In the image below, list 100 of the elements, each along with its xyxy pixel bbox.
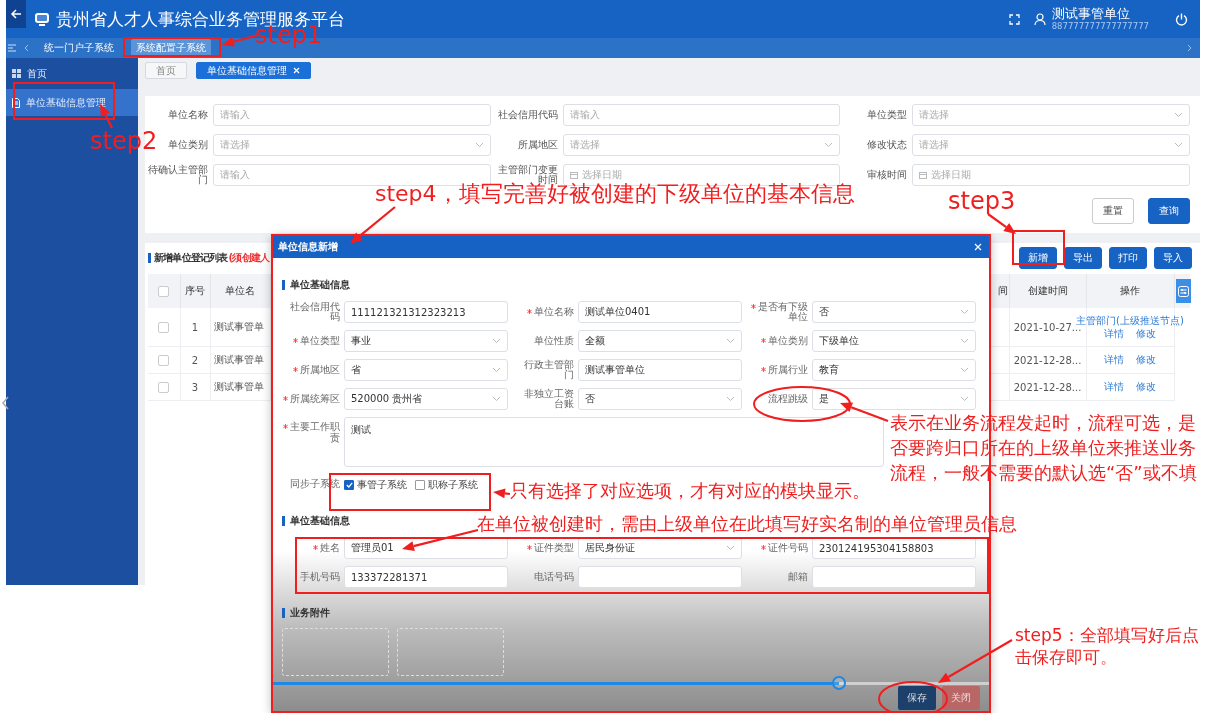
save-button[interactable]: 保存 (898, 686, 936, 710)
checkbox[interactable] (344, 480, 354, 490)
chevron-left-icon (2, 396, 9, 410)
section-title: 业务附件 (290, 606, 330, 620)
reset-button[interactable]: 重置 (1092, 198, 1134, 224)
toolbar-button[interactable]: 新增 (1019, 247, 1057, 269)
field-label: 所属地区 (300, 363, 340, 375)
table-cell: 2 (191, 354, 199, 366)
select-field[interactable]: 否 (578, 388, 742, 410)
power-icon[interactable] (1175, 12, 1188, 26)
select-field[interactable]: 事业 (344, 330, 508, 352)
close-button[interactable]: 关闭 (942, 686, 980, 710)
table-cell: 测试事管单 (213, 381, 264, 392)
chevron-down-icon (960, 396, 969, 402)
chevron-down-icon (726, 338, 735, 344)
field-label: 审核时间 (866, 169, 909, 181)
field-label: 单位类型 (866, 109, 909, 121)
field-label: 单位类型 (300, 334, 340, 346)
field-label: 证件号码 (768, 541, 808, 553)
calendar-icon (919, 171, 928, 179)
table-cell: 3 (191, 381, 199, 393)
subsystem-tab[interactable]: 统一门户子系统 (39, 39, 119, 57)
list-note: (须创建人 (228, 251, 270, 265)
input-field[interactable] (812, 566, 976, 588)
field-label: 电话号码 (534, 570, 574, 582)
field-label: 行政主管部门 (524, 358, 574, 380)
field-label: 所属行业 (768, 363, 808, 375)
page-tab[interactable]: 单位基础信息管理 (196, 62, 311, 79)
toolbar-button[interactable]: 打印 (1109, 247, 1147, 269)
required-icon (313, 544, 318, 550)
table-link[interactable]: 修改 (1136, 353, 1156, 367)
annotation-text: 只有选择了对应选项，才有对应的模块显示。 (510, 482, 870, 502)
required-icon (283, 395, 288, 401)
table-link[interactable]: 详情 (1104, 380, 1124, 394)
annotation-arrow (493, 488, 511, 499)
select-field[interactable]: 全额 (578, 330, 742, 352)
checkbox-label: 职称子系统 (428, 478, 478, 492)
video-progress-thumb[interactable] (832, 676, 847, 690)
field-label: 证件类型 (534, 541, 574, 553)
chevron-left-icon[interactable] (24, 44, 29, 52)
input-field[interactable]: 230124195304158803 (812, 537, 976, 559)
check-icon (345, 482, 353, 488)
table-link[interactable]: 详情 (1104, 327, 1124, 341)
table-cell: 2021-12-28... (1013, 381, 1082, 393)
input-field[interactable] (578, 566, 742, 588)
field-label: 单位名称 (534, 305, 574, 317)
chevron-down-icon (726, 545, 735, 551)
page-tab[interactable]: 首页 (145, 62, 187, 79)
select-field[interactable]: 教育 (812, 359, 976, 381)
column-settings-button[interactable] (1175, 279, 1191, 303)
table-cell: 2021-12-28... (1013, 354, 1082, 366)
upload-box[interactable] (282, 628, 389, 676)
select-field[interactable]: 否 (812, 301, 976, 323)
table-cell: 测试事管单 (213, 321, 264, 332)
fullscreen-icon[interactable] (1008, 13, 1020, 25)
select-field[interactable]: 是 (812, 388, 976, 410)
table-link[interactable]: 详情 (1104, 353, 1124, 367)
chevron-right-icon[interactable] (1187, 44, 1192, 52)
chevron-down-icon (960, 367, 969, 373)
required-icon (293, 366, 298, 372)
upload-box[interactable] (397, 628, 504, 676)
section-title: 单位基础信息 (290, 514, 350, 528)
required-icon (527, 544, 532, 550)
field-label: 手机号码 (300, 570, 340, 582)
select-field[interactable]: 省 (344, 359, 508, 381)
field-label: 同步子系统 (290, 478, 340, 489)
checkbox[interactable] (415, 480, 425, 490)
input-field[interactable]: 133372281371 (344, 566, 508, 588)
table-link[interactable]: 修改 (1136, 380, 1156, 394)
chevron-down-icon (474, 142, 484, 148)
chevron-down-icon (1174, 142, 1183, 148)
toolbar-button[interactable]: 导出 (1064, 247, 1102, 269)
select-field[interactable]: 520000 贵州省 (344, 388, 508, 410)
field-label: 所属统筹区 (290, 392, 340, 404)
toolbar-button[interactable]: 导入 (1154, 247, 1192, 269)
input-field[interactable]: 111121321312323213 (344, 301, 508, 323)
chevron-down-icon (960, 309, 969, 315)
chevron-down-icon (960, 338, 969, 344)
required-icon (527, 308, 532, 314)
sidebar-item[interactable]: 首页 (27, 66, 47, 81)
table-link[interactable]: 修改 (1136, 327, 1156, 341)
menu-icon[interactable] (8, 44, 16, 52)
back-button[interactable] (6, 0, 26, 28)
text-area[interactable]: 测试 (344, 417, 884, 467)
select-field[interactable]: 下级单位 (812, 330, 976, 352)
input-field[interactable]: 测试单位0401 (578, 301, 742, 323)
select-field[interactable]: 居民身份证 (578, 537, 742, 559)
checkbox-label: 事管子系统 (357, 478, 407, 492)
chevron-down-icon (492, 338, 501, 344)
field-label: 修改状态 (866, 139, 909, 151)
required-icon (761, 337, 766, 343)
input-field[interactable]: 测试事管单位 (578, 359, 742, 381)
field-label: 待确认主管部门 (147, 164, 209, 186)
close-icon[interactable] (974, 242, 982, 251)
sliders-icon (1177, 285, 1189, 297)
required-icon (293, 337, 298, 343)
required-icon (751, 303, 756, 309)
query-button[interactable]: 查询 (1148, 198, 1190, 224)
field-label: 所属地区 (516, 139, 559, 151)
close-icon[interactable] (293, 67, 300, 74)
